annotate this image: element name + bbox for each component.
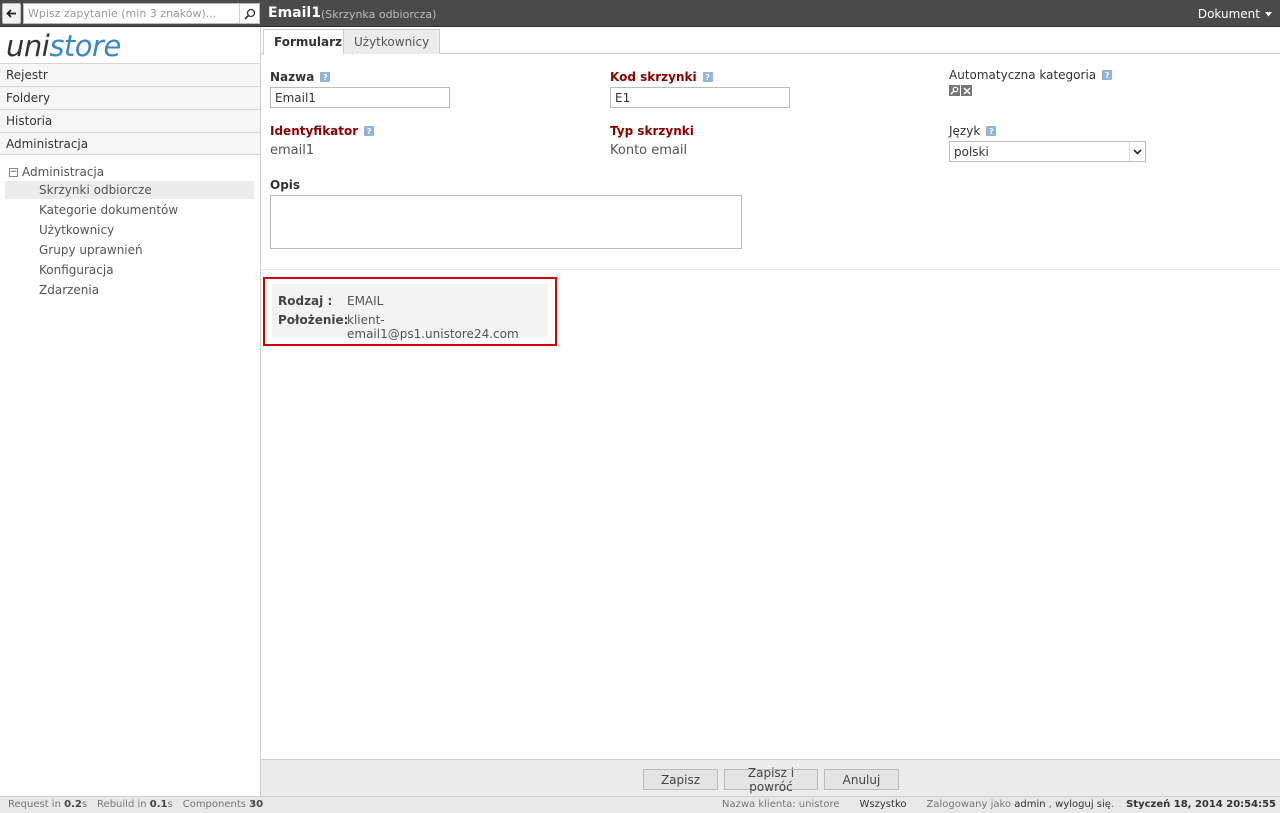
- tree-item-uzytkownicy[interactable]: Użytkownicy: [5, 221, 254, 239]
- sidebar: unistore Rejestr Foldery Historia Admini…: [0, 27, 261, 796]
- current-datetime: Styczeń 18, 2014 20:54:55: [1126, 799, 1276, 810]
- sidebar-nav: Rejestr Foldery Historia Administracja: [0, 63, 260, 155]
- sidebar-item-historia[interactable]: Historia: [0, 109, 260, 132]
- request-time: Request in 0.2s: [8, 799, 88, 810]
- logout-link[interactable]: wyloguj się: [1055, 799, 1111, 810]
- search-button[interactable]: [239, 4, 259, 23]
- sidebar-item-foldery[interactable]: Foldery: [0, 86, 260, 109]
- help-icon[interactable]: ?: [364, 126, 375, 136]
- tab-bar: Formularz Użytkownicy: [261, 27, 1280, 55]
- tree-item-zdarzenia[interactable]: Zdarzenia: [5, 281, 254, 299]
- search-input[interactable]: [24, 4, 236, 23]
- tree-item-skrzynki-odbiorcze[interactable]: Skrzynki odbiorcze: [5, 181, 254, 199]
- sidebar-item-administracja[interactable]: Administracja: [0, 132, 260, 155]
- auto-category-label: Automatyczna kategoria ?: [949, 68, 1113, 82]
- page-subtitle: (Skrzynka odbiorcza): [321, 8, 437, 21]
- save-button[interactable]: Zapisz: [643, 769, 718, 790]
- info-row-kind: Rodzaj : EMAIL: [278, 294, 384, 308]
- chevron-down-icon: [1129, 142, 1145, 161]
- main-content: Formularz Użytkownicy Nazwa ? Kod skrzyn…: [261, 27, 1280, 796]
- description-textarea[interactable]: [270, 195, 742, 249]
- code-input[interactable]: [610, 87, 790, 108]
- help-icon[interactable]: ?: [702, 72, 713, 82]
- components-count: Components 30: [182, 799, 264, 810]
- type-value: Konto email: [610, 143, 688, 158]
- collapse-icon[interactable]: −: [9, 167, 18, 177]
- tree-root-label: Administracja: [22, 165, 105, 179]
- rebuild-time: Rebuild in 0.1s: [97, 799, 173, 810]
- description-label: Opis: [270, 178, 301, 192]
- help-icon[interactable]: ?: [986, 126, 997, 136]
- perf-stats: Request in 0.2s Rebuild in 0.1s Componen…: [8, 799, 263, 810]
- back-button[interactable]: [2, 3, 21, 24]
- current-user: admin: [1014, 799, 1046, 810]
- language-select[interactable]: polski: [949, 141, 1146, 162]
- identifier-value: email1: [270, 143, 315, 158]
- close-icon: [963, 87, 970, 94]
- tree-item-konfiguracja[interactable]: Konfiguracja: [5, 261, 254, 279]
- top-bar: Email1 (Skrzynka odbiorcza) Dokument: [0, 0, 1280, 27]
- session-info: Nazwa klienta: unistore Wszystko Zalogow…: [722, 799, 1276, 810]
- document-menu[interactable]: Dokument: [1198, 7, 1272, 21]
- language-select-value: polski: [954, 144, 989, 159]
- tree-item-kategorie-dokumentow[interactable]: Kategorie dokumentów: [5, 201, 254, 219]
- cancel-button[interactable]: Anuluj: [824, 769, 899, 790]
- identifier-label: Identyfikator ?: [270, 124, 375, 138]
- scope-selector[interactable]: Wszystko: [860, 799, 907, 810]
- info-panel-body: Rodzaj : EMAIL Położenie: klient-email1@…: [272, 284, 548, 341]
- admin-tree: − Administracja Skrzynki odbiorcze Kateg…: [0, 163, 260, 301]
- lookup-button[interactable]: [949, 85, 960, 96]
- tree-root-administracja[interactable]: − Administracja: [0, 163, 260, 181]
- search-icon: [243, 8, 255, 20]
- tree-item-grupy-uprawnien[interactable]: Grupy uprawnień: [5, 241, 254, 259]
- logged-in-label: Zalogowany jako: [926, 799, 1012, 810]
- help-icon[interactable]: ?: [1102, 70, 1113, 80]
- clear-button[interactable]: [961, 85, 972, 96]
- search-box: [23, 3, 260, 24]
- save-and-return-button[interactable]: Zapisz i powróć: [724, 766, 818, 794]
- arrow-left-icon: [6, 9, 16, 18]
- client-name: Nazwa klienta: unistore: [722, 799, 840, 810]
- status-bar: Request in 0.2s Rebuild in 0.1s Componen…: [0, 796, 1280, 813]
- magnifier-icon: [950, 86, 959, 95]
- name-input[interactable]: [270, 87, 450, 108]
- logo: unistore: [6, 29, 121, 63]
- document-menu-label: Dokument: [1197, 7, 1260, 21]
- info-panel: Rodzaj : EMAIL Położenie: klient-email1@…: [263, 277, 557, 346]
- tab-uzytkownicy[interactable]: Użytkownicy: [343, 29, 441, 54]
- type-label: Typ skrzynki: [610, 124, 694, 138]
- language-label: Język ?: [949, 124, 997, 138]
- name-label: Nazwa ?: [270, 70, 331, 84]
- tab-formularz[interactable]: Formularz: [263, 29, 354, 55]
- sidebar-item-rejestr[interactable]: Rejestr: [0, 63, 260, 86]
- code-label: Kod skrzynki ?: [610, 70, 713, 84]
- help-icon[interactable]: ?: [320, 72, 331, 82]
- page-title: Email1: [268, 5, 321, 21]
- action-bar: Zapisz Zapisz i powróć Anuluj: [261, 759, 1280, 796]
- divider: [261, 269, 1280, 270]
- info-row-location: Położenie: klient-email1@ps1.unistore24.…: [278, 313, 519, 341]
- auto-category-actions: [949, 85, 972, 96]
- caret-down-icon: [1265, 11, 1272, 16]
